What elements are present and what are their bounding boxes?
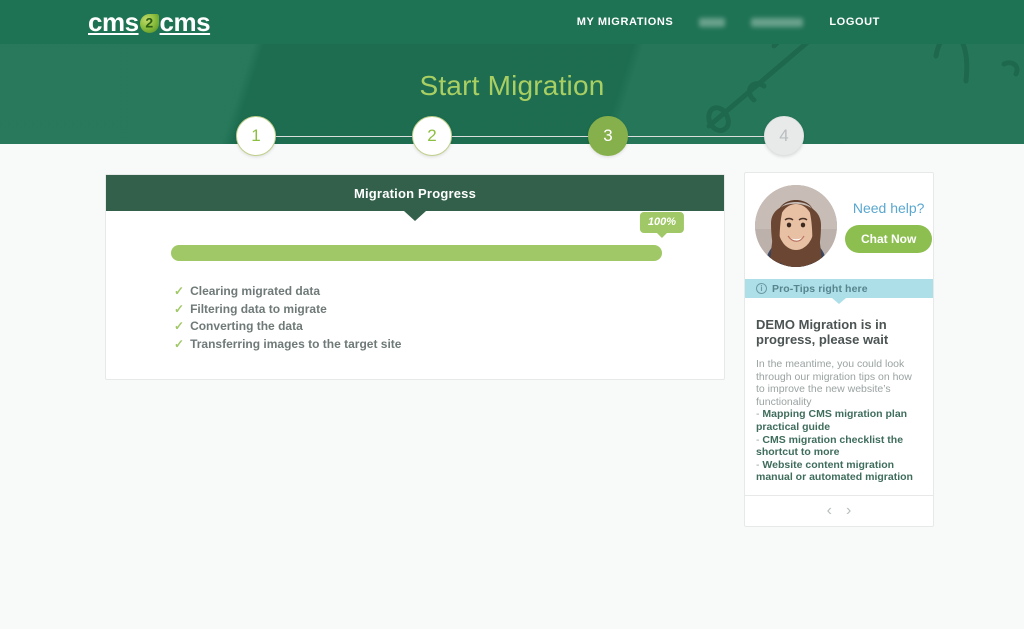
checklist-item: ✓ Transferring images to the target site: [174, 336, 724, 354]
step-4[interactable]: 4: [764, 116, 804, 156]
checklist-item-label: Clearing migrated data: [190, 284, 321, 298]
tip-link[interactable]: Mapping CMS migration plan practical gui…: [756, 408, 907, 433]
top-navigation-bar: cms cms MY MIGRATIONS LOGOUT: [0, 0, 1024, 44]
tip-link[interactable]: Website content migration manual or auto…: [756, 459, 913, 484]
check-icon: ✓: [174, 284, 185, 298]
tips-title: DEMO Migration is in progress, please wa…: [756, 317, 889, 347]
step-1[interactable]: 1: [236, 116, 276, 156]
logo-leaf-two-icon: [139, 13, 159, 33]
tip-link-row: - Mapping CMS migration plan practical g…: [756, 408, 922, 433]
migration-progress-card: Migration Progress 100% ✓ Clearing migrat…: [105, 174, 725, 381]
progress-bar: 100%: [171, 212, 685, 261]
tip-link[interactable]: CMS migration checklist the shortcut to …: [756, 434, 903, 459]
help-sidebar-panel: Need help? Chat Now i Pro-Tips right her…: [744, 172, 934, 527]
tip-link-row: - CMS migration checklist the shortcut t…: [756, 434, 922, 459]
progress-bar-fill: [171, 245, 662, 261]
step-3-active[interactable]: 3: [588, 116, 628, 156]
checklist-item: ✓ Clearing migrated data: [174, 283, 724, 301]
checklist-item: ✓ Filtering data to migrate: [174, 301, 724, 319]
site-logo[interactable]: cms cms: [88, 7, 211, 37]
chevron-left-icon[interactable]: ‹: [827, 502, 832, 519]
protips-banner: i Pro-Tips right here: [745, 279, 933, 298]
progress-percent-badge: 100%: [639, 212, 685, 233]
help-actions: Need help? Chat Now: [845, 200, 934, 253]
checklist-item-label: Filtering data to migrate: [190, 301, 327, 316]
nav-redacted-item-2[interactable]: [751, 17, 804, 27]
need-help-label: Need help?: [852, 199, 925, 216]
check-icon: ✓: [174, 301, 185, 316]
tips-carousel-nav: ‹ ›: [745, 494, 933, 526]
chevron-right-icon[interactable]: ›: [846, 502, 851, 519]
logo-text-left: cms: [88, 7, 139, 37]
tips-content: DEMO Migration is in progress, please wa…: [745, 298, 933, 495]
main-nav: MY MIGRATIONS LOGOUT: [577, 16, 880, 28]
tips-intro-text: In the meantime, you could look through …: [756, 358, 912, 408]
migration-progress-header: Migration Progress: [106, 175, 724, 211]
checklist-item-label: Converting the data: [190, 319, 303, 334]
help-contact-section: Need help? Chat Now: [745, 173, 933, 279]
nav-my-migrations[interactable]: MY MIGRATIONS: [577, 16, 674, 28]
tips-link-list: - Mapping CMS migration plan practical g…: [756, 408, 922, 484]
stepper-connector-line: [256, 136, 784, 137]
migration-checklist: ✓ Clearing migrated data ✓ Filtering data t…: [174, 283, 724, 353]
avatar: [755, 185, 837, 267]
step-2[interactable]: 2: [412, 116, 452, 156]
nav-redacted-item-1[interactable]: [699, 17, 726, 27]
chat-now-button[interactable]: Chat Now: [845, 224, 933, 253]
nav-logout[interactable]: LOGOUT: [829, 16, 880, 28]
migration-progress-body: 100% ✓ Clearing migrated data ✓ Filtering d…: [106, 211, 724, 379]
info-circle-icon: i: [756, 283, 767, 294]
tip-link-row: - Website content migration manual or au…: [756, 459, 922, 484]
page-title: Start Migration: [419, 70, 605, 101]
check-icon: ✓: [174, 319, 185, 334]
logo-text-right: cms: [159, 7, 211, 37]
check-icon: ✓: [174, 336, 185, 351]
migration-stepper: 1 2 3 4: [0, 116, 1024, 158]
checklist-item: ✓ Converting the data: [174, 318, 724, 336]
support-agent-photo-icon: [755, 185, 837, 267]
main-content: Migration Progress 100% ✓ Clearing migrat…: [0, 144, 1024, 629]
checklist-item-label: Transferring images to the target site: [190, 336, 402, 351]
protips-label: Pro-Tips right here: [772, 282, 868, 295]
